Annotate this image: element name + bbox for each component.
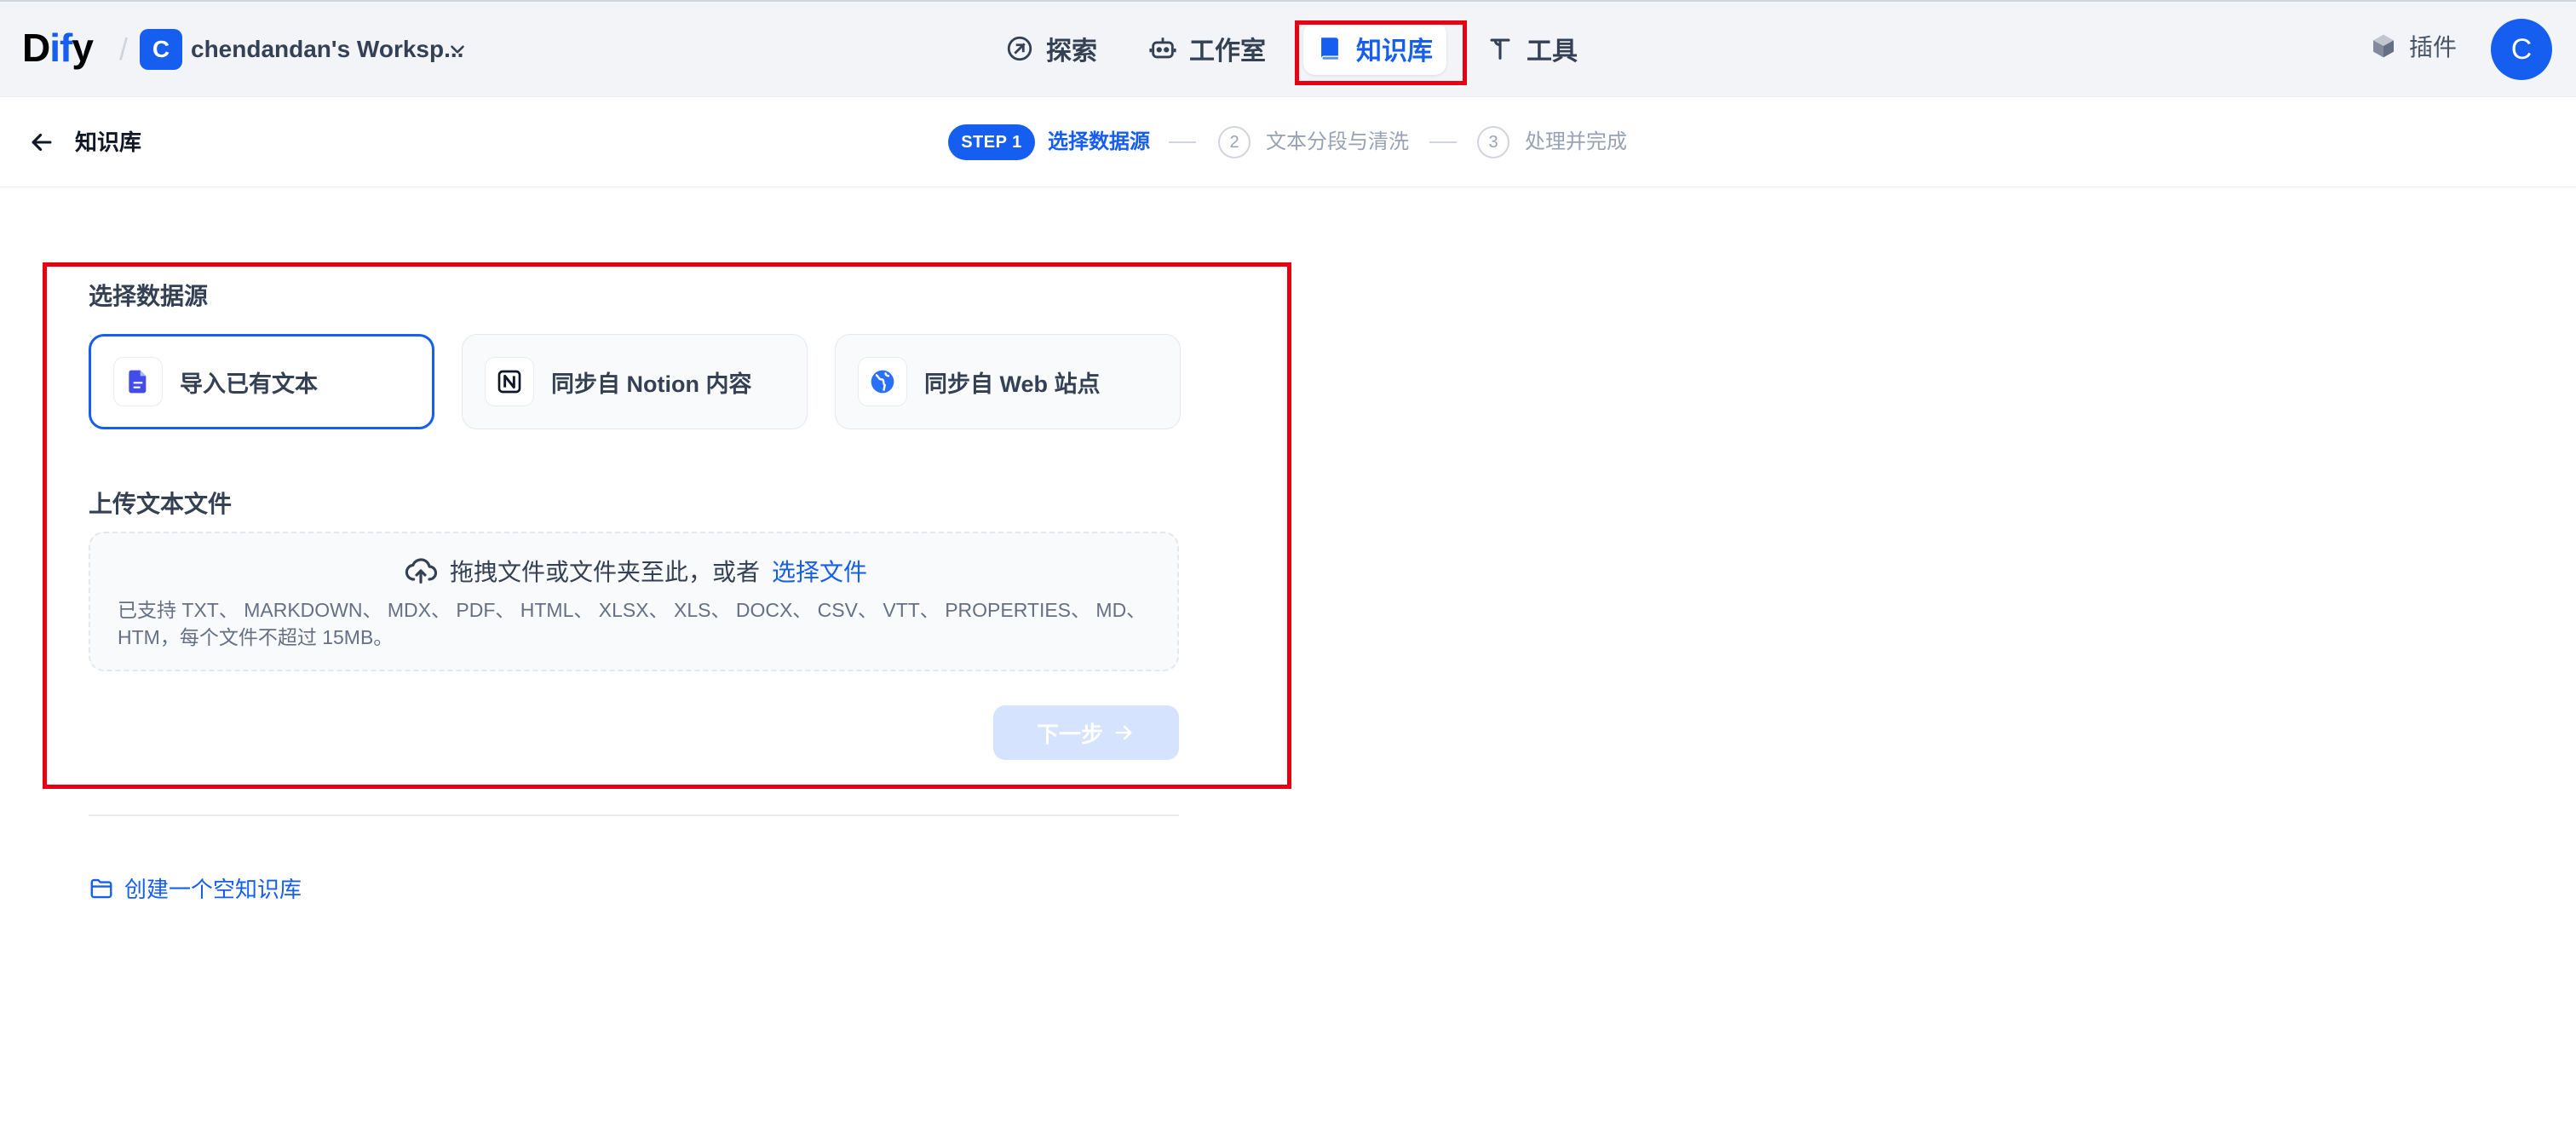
globe-icon xyxy=(871,370,894,394)
nav-knowledge-label: 知识库 xyxy=(1356,37,1433,66)
step-3-label: 处理并完成 xyxy=(1525,130,1627,153)
step-1-badge: STEP 1 xyxy=(948,124,1035,160)
datasource-web-card[interactable]: 同步自 Web 站点 xyxy=(835,334,1181,429)
compass-icon xyxy=(1007,36,1032,61)
select-file-link[interactable]: 选择文件 xyxy=(772,554,867,588)
back-arrow-icon[interactable] xyxy=(27,128,56,157)
step-1-label: 选择数据源 xyxy=(1048,130,1150,153)
step-3-number: 3 xyxy=(1477,126,1509,158)
create-empty-knowledge-link[interactable]: 创建一个空知识库 xyxy=(89,872,302,904)
file-icon xyxy=(129,370,147,394)
workspace-selector[interactable]: chendandan's Worksp... xyxy=(191,34,463,65)
robot-icon xyxy=(1149,37,1176,59)
arrow-right-icon xyxy=(1115,725,1132,740)
datasource-notion-label: 同步自 Notion 内容 xyxy=(551,371,752,397)
notion-icon xyxy=(497,370,521,394)
step-2-number: 2 xyxy=(1218,126,1251,158)
datasource-web-label: 同步自 Web 站点 xyxy=(924,371,1101,397)
user-avatar[interactable]: C xyxy=(2491,19,2552,80)
dropzone-prompt-text: 拖拽文件或文件夹至此，或者 xyxy=(450,559,761,585)
step-divider xyxy=(1429,141,1457,143)
book-icon xyxy=(1321,37,1338,60)
workspace-avatar[interactable]: C xyxy=(140,29,182,70)
datasource-file-card[interactable]: 导入已有文本 xyxy=(89,334,434,429)
breadcrumb-separator: / xyxy=(119,32,129,66)
upload-cloud-icon xyxy=(405,558,438,584)
cube-icon xyxy=(2373,34,2394,58)
dify-logo[interactable]: Dify xyxy=(22,22,94,73)
datasource-notion-card[interactable]: 同步自 Notion 内容 xyxy=(462,334,808,429)
tool-icon xyxy=(1490,38,1510,60)
plugins-button[interactable]: 插件 xyxy=(2370,29,2457,63)
back-label[interactable]: 知识库 xyxy=(75,128,141,157)
nav-studio-label: 工作室 xyxy=(1189,37,1266,66)
next-step-label: 下一步 xyxy=(1036,721,1103,747)
nav-tools[interactable]: 工具 xyxy=(1474,22,1590,75)
nav-studio[interactable]: 工作室 xyxy=(1136,22,1278,75)
supported-formats-hint: 已支持 TXT、 MARKDOWN、 MDX、 PDF、 HTML、 XLSX、… xyxy=(118,599,1147,648)
nav-explore-label: 探索 xyxy=(1046,37,1097,66)
nav-explore[interactable]: 探索 xyxy=(993,22,1109,75)
datasource-file-label: 导入已有文本 xyxy=(180,371,318,397)
nav-knowledge[interactable]: 知识库 xyxy=(1303,22,1446,75)
step-2-label: 文本分段与清洗 xyxy=(1266,130,1409,153)
dropzone-prompt: 拖拽文件或文件夹至此，或者 选择文件 xyxy=(404,554,867,588)
upload-title: 上传文本文件 xyxy=(89,491,233,517)
create-empty-label: 创建一个空知识库 xyxy=(124,877,302,902)
folder-icon xyxy=(90,878,112,898)
step-divider xyxy=(1169,141,1196,143)
next-step-button[interactable]: 下一步 xyxy=(993,705,1179,760)
plugins-label: 插件 xyxy=(2409,34,2458,60)
datasource-title: 选择数据源 xyxy=(89,283,209,309)
nav-tools-label: 工具 xyxy=(1527,37,1578,66)
chevron-down-icon[interactable] xyxy=(446,34,469,65)
divider xyxy=(89,814,1179,816)
